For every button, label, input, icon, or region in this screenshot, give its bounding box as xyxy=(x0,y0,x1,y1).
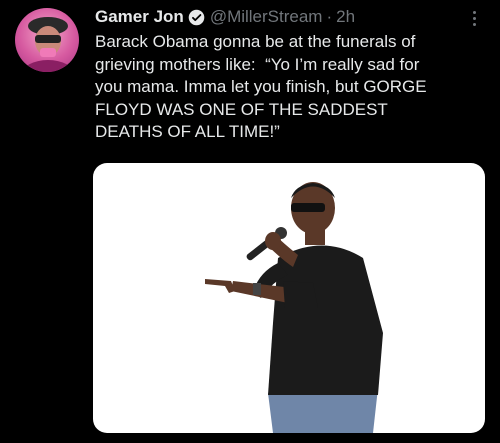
meta-separator: · xyxy=(326,7,333,26)
display-name[interactable]: Gamer Jon xyxy=(95,7,184,27)
tweet-media-image[interactable] xyxy=(93,163,485,433)
tweet-header: Gamer Jon @MillerStream · 2h xyxy=(95,6,355,28)
avatar-image xyxy=(22,17,74,72)
verified-badge-icon xyxy=(188,9,205,26)
tweet-text: Barack Obama gonna be at the funerals of… xyxy=(95,32,427,141)
avatar[interactable] xyxy=(15,8,79,72)
timestamp[interactable]: 2h xyxy=(336,7,355,27)
performer-photo xyxy=(205,182,383,433)
tweet: Gamer Jon @MillerStream · 2h Barack Obam… xyxy=(0,0,500,443)
more-options-icon[interactable] xyxy=(464,8,484,28)
user-handle[interactable]: @MillerStream xyxy=(210,7,323,27)
